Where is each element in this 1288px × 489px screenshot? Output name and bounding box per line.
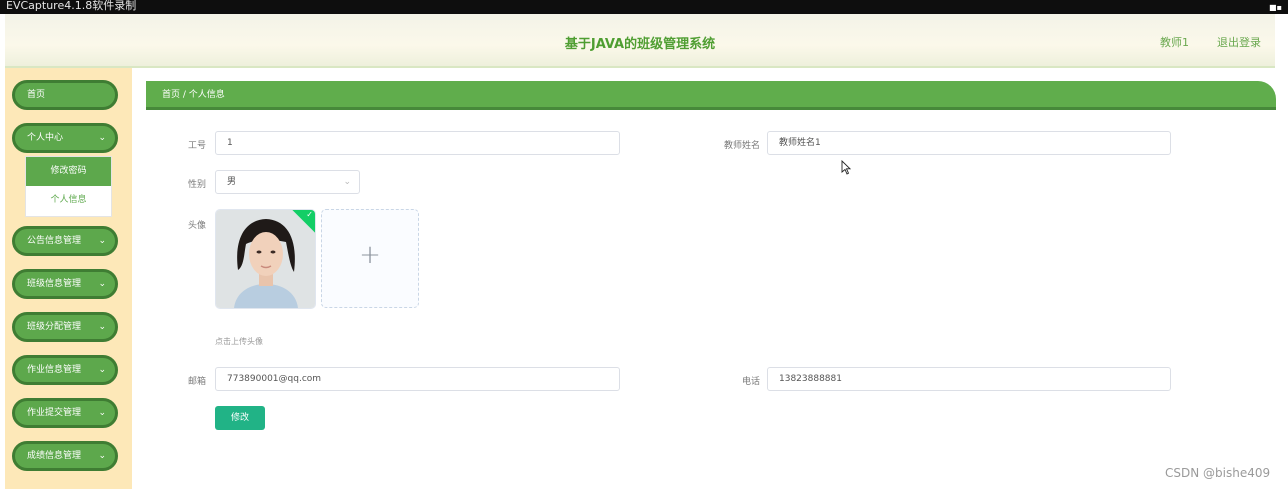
- sidebar-item-label: 成绩信息管理: [27, 451, 82, 461]
- sidebar-item-class-assignment-management[interactable]: 班级分配管理 ⌄: [12, 312, 118, 342]
- avatar-photo-icon: [216, 210, 315, 308]
- teacher-name-label: 教师姓名: [723, 141, 760, 151]
- sidebar-item-label: 班级分配管理: [27, 322, 82, 332]
- check-icon: ✓: [306, 210, 313, 219]
- capture-title-bar: EVCapture4.1.8软件录制 ■▪: [0, 0, 1288, 14]
- gender-select[interactable]: 男 ⌄: [215, 170, 360, 194]
- current-user: 教师1: [1160, 36, 1189, 49]
- sidebar-item-homework-submission-management[interactable]: 作业提交管理 ⌄: [12, 398, 118, 428]
- breadcrumb: 首页 / 个人信息: [146, 81, 1276, 110]
- chevron-down-icon: ⌄: [98, 322, 106, 332]
- chevron-down-icon: ⌄: [98, 451, 106, 461]
- sidebar-item-grade-info-management[interactable]: 成绩信息管理 ⌄: [12, 441, 118, 471]
- sidebar-item-home[interactable]: 首页: [12, 80, 118, 110]
- personal-center-submenu: 修改密码 个人信息: [25, 156, 112, 217]
- header: 基于JAVA的班级管理系统 教师1 退出登录: [5, 14, 1275, 68]
- sidebar-item-homework-info-management[interactable]: 作业信息管理 ⌄: [12, 355, 118, 385]
- gonghao-label: 工号: [187, 141, 206, 151]
- gender-value: 男: [227, 177, 237, 187]
- avatar-upload-hint: 点击上传头像: [215, 337, 263, 346]
- sidebar: 首页 个人中心 ⌄ 修改密码 个人信息 公告信息管理 ⌄ 班级信息管理 ⌄ 班级…: [5, 68, 132, 489]
- app-title: 基于JAVA的班级管理系统: [564, 37, 716, 52]
- chevron-down-icon: ⌄: [343, 177, 351, 187]
- chevron-down-icon: ⌄: [98, 236, 106, 246]
- submit-button[interactable]: 修改: [215, 406, 265, 430]
- avatar-upload-button[interactable]: +: [321, 209, 419, 308]
- plus-icon: +: [359, 240, 381, 270]
- mouse-cursor-icon: [841, 159, 852, 179]
- chevron-down-icon: ⌄: [98, 365, 106, 375]
- sidebar-item-label: 班级信息管理: [27, 279, 82, 289]
- logout-link[interactable]: 退出登录: [1217, 34, 1261, 50]
- sidebar-item-notice-management[interactable]: 公告信息管理 ⌄: [12, 226, 118, 256]
- chevron-down-icon: ⌄: [98, 133, 106, 143]
- gender-label: 性别: [187, 180, 206, 190]
- sidebar-item-label: 公告信息管理: [27, 236, 82, 246]
- phone-label: 电话: [741, 377, 760, 387]
- sidebar-item-label: 个人中心: [27, 133, 64, 143]
- chevron-down-icon: ⌄: [98, 279, 106, 289]
- sidebar-item-class-info-management[interactable]: 班级信息管理 ⌄: [12, 269, 118, 299]
- watermark: CSDN @bishe409: [1165, 466, 1271, 480]
- capture-title: EVCapture4.1.8软件录制: [6, 0, 137, 12]
- gonghao-input[interactable]: 1: [215, 131, 620, 155]
- teacher-name-input[interactable]: 教师姓名1: [767, 131, 1171, 155]
- sidebar-item-label: 作业提交管理: [27, 408, 82, 418]
- email-input[interactable]: 773890001@qq.com: [215, 367, 620, 391]
- avatar-label: 头像: [187, 221, 206, 231]
- avatar-image: ✓: [215, 209, 316, 309]
- window-controls-icon[interactable]: ■▪: [1269, 3, 1282, 12]
- sidebar-item-label: 作业信息管理: [27, 365, 82, 375]
- breadcrumb-text: 首页 / 个人信息: [162, 90, 225, 100]
- sidebar-item-label: 首页: [27, 90, 46, 100]
- phone-input[interactable]: 13823888881: [767, 367, 1171, 391]
- email-label: 邮箱: [187, 377, 206, 387]
- sidebar-item-personal-center[interactable]: 个人中心 ⌄: [12, 123, 118, 153]
- submenu-item-personal-info[interactable]: 个人信息: [26, 186, 111, 215]
- chevron-down-icon: ⌄: [98, 408, 106, 418]
- submenu-item-change-password[interactable]: 修改密码: [26, 157, 111, 186]
